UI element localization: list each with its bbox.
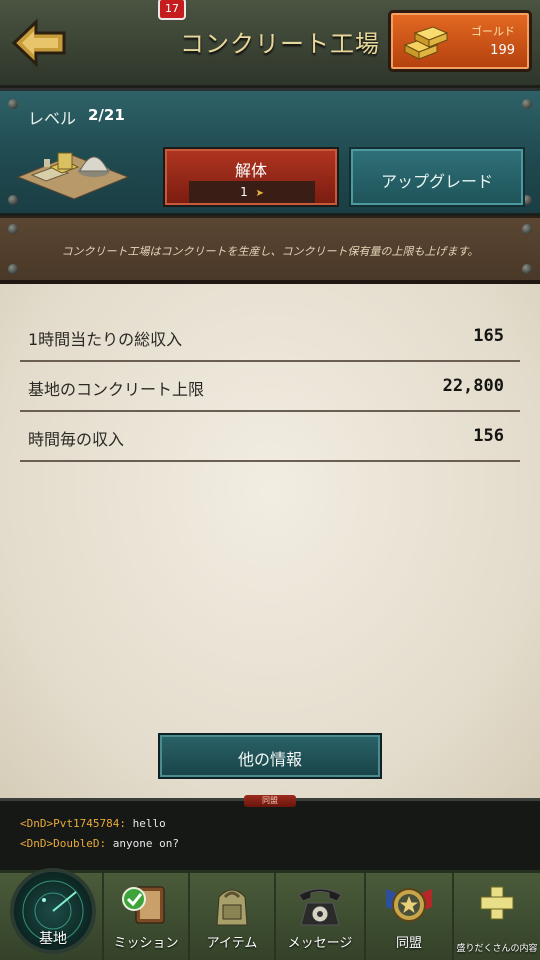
- chat-tab-alliance[interactable]: 同盟: [244, 795, 296, 807]
- nav-alliance[interactable]: 同盟: [366, 873, 454, 960]
- rivet-icon: [8, 99, 18, 109]
- stat-value: 165: [473, 326, 504, 346]
- rivet-icon: [522, 99, 532, 109]
- rivet-icon: [522, 224, 532, 234]
- demolish-label: 解体: [234, 161, 267, 180]
- demolish-button[interactable]: 解体 1 ➤: [163, 147, 339, 207]
- chat-text: hello: [125, 817, 166, 830]
- chat-sender: <DnD>DoubleD:: [20, 837, 107, 850]
- header-bar: コンクリート工場 ゴールド 199: [0, 0, 540, 88]
- concrete-factory-icon: [14, 137, 132, 201]
- back-arrow-icon[interactable]: [10, 18, 70, 68]
- stat-label: 1時間当たりの総収入: [28, 330, 183, 349]
- level-value: 2/21: [88, 106, 125, 124]
- telephone-icon: [293, 881, 347, 935]
- stat-value: 22,800: [442, 376, 504, 396]
- nav-extra-label: 盛りだくさんの内容: [456, 944, 538, 954]
- nav-messages-label: メッセージ: [287, 936, 353, 951]
- stat-row: 1時間当たりの総収入 165: [20, 312, 520, 362]
- base-radar-button[interactable]: 基地: [10, 868, 96, 954]
- missions-book-icon: [118, 881, 174, 935]
- gold-small-icon: ➤: [255, 188, 264, 199]
- nav-alliance-label: 同盟: [395, 936, 422, 951]
- building-level-panel: レベル 2/21 解体 1 ➤ アップグレード: [0, 88, 540, 216]
- more-info-button[interactable]: 他の情報: [158, 733, 382, 779]
- chat-message: <DnD>DoubleD: anyone on?: [20, 837, 179, 850]
- demolish-cost: 1 ➤: [189, 181, 315, 203]
- gold-amount: 199: [490, 43, 515, 58]
- gold-bars-icon: [401, 21, 451, 63]
- nav-items-label: アイテム: [206, 936, 258, 951]
- nav-extra[interactable]: 盛りだくさんの内容: [454, 873, 540, 960]
- chat-panel[interactable]: 同盟 <DnD>Pvt1745784: hello <DnD>DoubleD: …: [0, 795, 540, 870]
- gold-button[interactable]: ゴールド 199: [388, 10, 532, 72]
- missions-count-badge: 17: [158, 0, 186, 20]
- stat-row: 時間毎の収入 156: [20, 412, 520, 462]
- nav-items[interactable]: アイテム: [190, 873, 276, 960]
- stat-label: 基地のコンクリート上限: [28, 380, 205, 399]
- demolish-cost-value: 1: [240, 185, 248, 199]
- stats-panel: 1時間当たりの総収入 165 基地のコンクリート上限 22,800 時間毎の収入…: [0, 284, 540, 798]
- stat-label: 時間毎の収入: [28, 430, 125, 449]
- nav-missions-label: ミッション: [113, 936, 179, 951]
- building-description: コンクリート工場はコンクリートを生産し、コンクリート保有量の上限も上げます。: [61, 245, 479, 258]
- gold-label: ゴールド: [471, 25, 515, 38]
- description-plate: コンクリート工場はコンクリートを生産し、コンクリート保有量の上限も上げます。: [0, 216, 540, 284]
- upgrade-button[interactable]: アップグレード: [349, 147, 525, 207]
- stat-row: 基地のコンクリート上限 22,800: [20, 362, 520, 412]
- chat-text: anyone on?: [106, 837, 179, 850]
- stat-value: 156: [473, 426, 504, 446]
- plus-icon: [477, 881, 517, 929]
- more-info-label: 他の情報: [237, 750, 302, 769]
- upgrade-label: アップグレード: [380, 172, 493, 191]
- backpack-icon: [207, 881, 257, 935]
- nav-base-label: 基地: [39, 931, 67, 947]
- rivet-icon: [8, 264, 18, 274]
- nav-messages[interactable]: メッセージ: [276, 873, 366, 960]
- alliance-emblem-icon: [382, 881, 436, 935]
- rivet-icon: [522, 264, 532, 274]
- rivet-icon: [8, 224, 18, 234]
- level-label: レベル: [28, 109, 77, 128]
- chat-sender: <DnD>Pvt1745784:: [20, 817, 126, 830]
- nav-missions[interactable]: ミッション: [104, 873, 190, 960]
- chat-message: <DnD>Pvt1745784: hello: [20, 817, 166, 830]
- page-title: コンクリート工場: [180, 30, 380, 58]
